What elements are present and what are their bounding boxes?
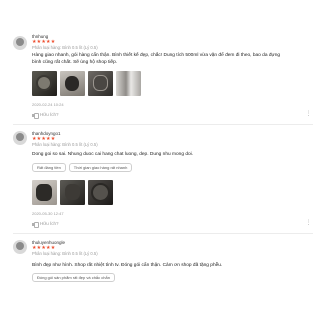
- review-photo[interactable]: [116, 71, 141, 96]
- review-photos: [32, 71, 141, 96]
- review-tag: Rất đáng tiền: [32, 163, 66, 172]
- like-label: Hữu Ích?: [40, 112, 59, 117]
- review-comment: Bình đẹp như hình. Shop rất nhiệt tình t…: [32, 263, 223, 268]
- product-variant: Phân loại hàng: Bình 0.5 lít (Lý 0.5): [32, 142, 98, 147]
- more-options-icon[interactable]: ⋮: [306, 219, 313, 226]
- divider: [13, 124, 313, 125]
- avatar-icon: [16, 38, 24, 46]
- review-photo[interactable]: [88, 180, 113, 205]
- thumbs-up-icon: [32, 112, 39, 119]
- avatar[interactable]: [13, 36, 27, 50]
- review-photos: [32, 180, 113, 205]
- avatar[interactable]: [13, 240, 27, 254]
- avatar-icon: [16, 133, 24, 141]
- review-photo[interactable]: [60, 180, 85, 205]
- like-button[interactable]: Hữu Ích?: [32, 112, 59, 119]
- product-variant: Phân loại hàng: Bình 0.5 lít (Lý 0.5): [32, 251, 98, 256]
- product-variant: Phân loại hàng: Bình 0.5 lít (Lý 0.5): [32, 45, 98, 50]
- avatar[interactable]: [13, 131, 27, 145]
- thumbs-up-icon: [32, 221, 39, 228]
- review-comment: Dong goi so sai. Nhung duoc cai hang cha…: [32, 152, 194, 157]
- review-photo[interactable]: [32, 180, 57, 205]
- review-photo[interactable]: [88, 71, 113, 96]
- review-date: 2020-05-30 12:47: [32, 211, 64, 216]
- like-button[interactable]: Hữu Ích?: [32, 221, 59, 228]
- review-tags: Rất đáng tiền Thời gian giao hàng rất nh…: [32, 163, 133, 172]
- review-tags: Đóng gói sản phẩm rất đẹp và chắc chắn: [32, 273, 115, 282]
- divider: [13, 233, 313, 234]
- more-options-icon[interactable]: ⋮: [306, 110, 313, 117]
- review-tag: Thời gian giao hàng rất nhanh: [68, 163, 133, 172]
- review-tag: Đóng gói sản phẩm rất đẹp và chắc chắn: [32, 273, 115, 282]
- avatar-icon: [16, 242, 24, 250]
- review-photo[interactable]: [60, 71, 85, 96]
- review-comment: Hàng giao nhanh, gói hàng cẩn thận. Bình…: [32, 53, 281, 65]
- review-date: 2020-02-24 10:24: [32, 102, 64, 107]
- review-photo[interactable]: [32, 71, 57, 96]
- like-label: Hữu Ích?: [40, 221, 59, 226]
